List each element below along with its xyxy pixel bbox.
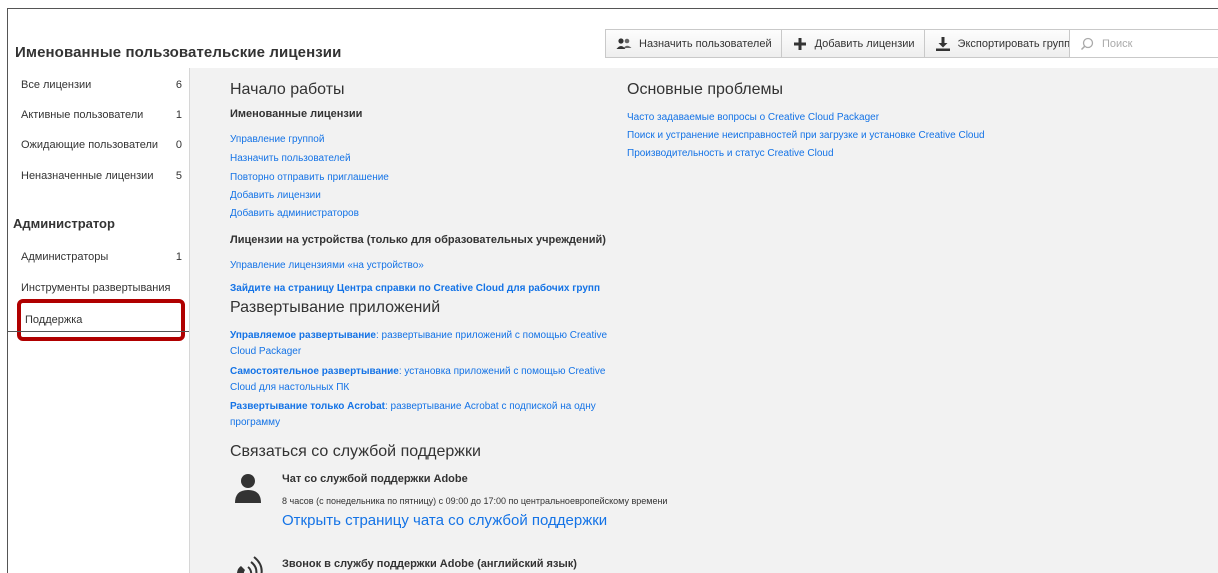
support-title: Связаться со службой поддержки xyxy=(230,443,481,460)
managed-deployment-link[interactable]: Управляемое развертывание xyxy=(230,330,376,341)
link-troubleshooting[interactable]: Поиск и устранение неисправностей при за… xyxy=(627,130,985,141)
sidebar-item-label: Все лицензии xyxy=(21,79,92,91)
deployment-title: Развертывание приложений xyxy=(230,299,441,316)
deployment-item: Управляемое развертывание: развертывание… xyxy=(230,328,610,360)
chat-hours: 8 часов (с понедельника по пятницу) с 09… xyxy=(282,496,668,506)
link-device-licenses[interactable]: Управление лицензиями «на устройство» xyxy=(230,260,424,271)
sidebar-item-label: Администраторы xyxy=(21,251,109,263)
active-underline xyxy=(8,331,189,332)
export-group-button[interactable]: Экспортировать группу xyxy=(923,29,1086,58)
main-content: Начало работы Именованные лицензии Управ… xyxy=(190,68,1218,573)
sidebar-item-all-licenses[interactable]: Все лицензии 6 xyxy=(8,72,189,98)
person-icon xyxy=(234,472,262,509)
phone-title: Звонок в службу поддержки Adobe (английс… xyxy=(282,558,577,570)
link-status[interactable]: Производительность и статус Creative Clo… xyxy=(627,148,834,159)
deployment-item: Развертывание только Acrobat: развертыва… xyxy=(230,399,610,431)
users-icon xyxy=(615,36,633,52)
link-assign-users[interactable]: Назначить пользователей xyxy=(230,153,351,164)
highlight-box xyxy=(17,299,185,341)
header: Именованные пользовательские лицензии На… xyxy=(8,9,1218,68)
add-licenses-label: Добавить лицензии xyxy=(814,37,915,50)
sidebar-item-label: Ожидающие пользователи xyxy=(21,139,159,151)
named-licenses-heading: Именованные лицензии xyxy=(230,108,363,120)
link-packager-faq[interactable]: Часто задаваемые вопросы о Creative Clou… xyxy=(627,112,879,123)
open-chat-link[interactable]: Открыть страницу чата со службой поддерж… xyxy=(282,512,607,529)
link-help-center[interactable]: Зайдите на страницу Центра справки по Cr… xyxy=(230,283,600,294)
sidebar-item-count: 0 xyxy=(175,139,182,151)
sidebar-item-deployment-tools[interactable]: Инструменты развертывания xyxy=(8,275,189,301)
sidebar-item-label: Неназначенные лицензии xyxy=(21,170,154,182)
sidebar-item-count: 6 xyxy=(175,79,182,91)
search-icon xyxy=(1080,37,1094,51)
search-input[interactable] xyxy=(1100,36,1204,51)
issues-title: Основные проблемы xyxy=(627,81,783,98)
page-title: Именованные пользовательские лицензии xyxy=(15,44,342,61)
app-frame: Именованные пользовательские лицензии На… xyxy=(7,8,1218,573)
assign-users-button[interactable]: Назначить пользователей xyxy=(605,29,782,58)
sidebar-item-count: 1 xyxy=(175,251,182,263)
search-box[interactable] xyxy=(1069,29,1218,58)
sidebar-item-label: Активные пользователи xyxy=(21,109,144,121)
acrobat-deployment-link[interactable]: Развертывание только Acrobat xyxy=(230,401,385,412)
assign-users-label: Назначить пользователей xyxy=(639,37,772,50)
sidebar-item-active-users[interactable]: Активные пользователи 1 xyxy=(8,102,189,128)
link-resend-invite[interactable]: Повторно отправить приглашение xyxy=(230,172,389,183)
link-manage-group[interactable]: Управление группой xyxy=(230,134,324,145)
self-deployment-link[interactable]: Самостоятельное развертывание xyxy=(230,366,399,377)
export-group-label: Экспортировать группу xyxy=(957,37,1076,50)
toolbar: Назначить пользователей Добавить лицензи… xyxy=(605,29,1086,58)
device-licenses-heading: Лицензии на устройства (только для образ… xyxy=(230,234,606,246)
chat-title: Чат со службой поддержки Adobe xyxy=(282,473,468,485)
sidebar-item-unassigned-licenses[interactable]: Неназначенные лицензии 5 xyxy=(8,163,189,189)
sidebar-item-administrators[interactable]: Администраторы 1 xyxy=(8,244,189,270)
link-add-licenses[interactable]: Добавить лицензии xyxy=(230,190,321,201)
admin-section-heading: Администратор xyxy=(13,216,115,231)
sidebar-item-pending-users[interactable]: Ожидающие пользователи 0 xyxy=(8,132,189,158)
deployment-item: Самостоятельное развертывание: установка… xyxy=(230,364,610,396)
getting-started-title: Начало работы xyxy=(230,81,345,98)
add-licenses-button[interactable]: Добавить лицензии xyxy=(780,29,925,58)
download-icon xyxy=(934,36,952,52)
phone-icon xyxy=(234,556,268,573)
sidebar-item-count: 5 xyxy=(175,170,182,182)
link-add-admins[interactable]: Добавить администраторов xyxy=(230,208,359,219)
sidebar-item-label: Инструменты развертывания xyxy=(21,282,171,294)
plus-icon xyxy=(791,36,809,52)
sidebar-item-count: 1 xyxy=(175,109,182,121)
